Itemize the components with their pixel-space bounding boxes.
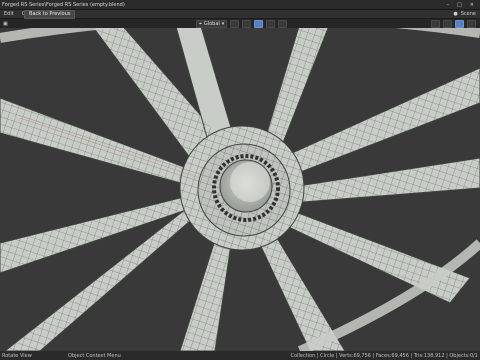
orientation-icon: ⌖ [199, 21, 202, 27]
scene-label: Scene [460, 11, 476, 17]
window-title: Forged RS Series\Forged RS Series (empty… [2, 1, 125, 8]
proportional-edit-icon[interactable] [266, 20, 276, 28]
status-hint-left: Rotate View [2, 352, 32, 359]
scene-icon: ● [453, 11, 458, 17]
chevron-down-icon: ▾ [221, 21, 225, 27]
statusbar: Rotate View Object Context Menu Collecti… [0, 351, 480, 360]
xray-icon[interactable] [443, 20, 452, 28]
snap-icon[interactable] [242, 20, 252, 28]
back-to-previous-button[interactable]: Back to Previous [24, 10, 76, 19]
transform-controls: ⌖ Global ▾ [196, 20, 288, 28]
falloff-icon[interactable] [278, 20, 288, 28]
orientation-label: Global [203, 21, 220, 27]
wheel-mesh-render [0, 28, 480, 351]
window-controls: – □ ✕ [445, 2, 480, 8]
snap-toggle-icon[interactable] [254, 20, 264, 28]
solid-shading-icon[interactable] [455, 20, 464, 28]
menu-edit[interactable]: Edit [0, 11, 18, 17]
window-titlebar: Forged RS Series\Forged RS Series (empty… [0, 0, 480, 10]
viewport-header: ▣ ⌖ Global ▾ [0, 19, 480, 28]
close-icon[interactable]: ✕ [468, 2, 474, 8]
overlay-icon[interactable] [431, 20, 440, 28]
header-right-tools [431, 20, 476, 28]
scene-selector[interactable]: ● Scene [453, 11, 480, 17]
pivot-icon[interactable] [230, 20, 240, 28]
editor-type-icon[interactable]: ▣ [3, 21, 8, 27]
minimize-icon[interactable]: – [445, 2, 450, 8]
transform-orientation-dropdown[interactable]: ⌖ Global ▾ [196, 20, 228, 28]
3d-viewport[interactable] [0, 28, 480, 351]
status-hint-middle: Object Context Menu [68, 352, 121, 359]
header-left-tools: ▣ [0, 21, 8, 27]
scene-statistics: Collection | Circle | Verts:69,756 | Fac… [290, 352, 478, 359]
maximize-icon[interactable]: □ [455, 2, 462, 8]
material-shading-icon[interactable] [467, 20, 476, 28]
